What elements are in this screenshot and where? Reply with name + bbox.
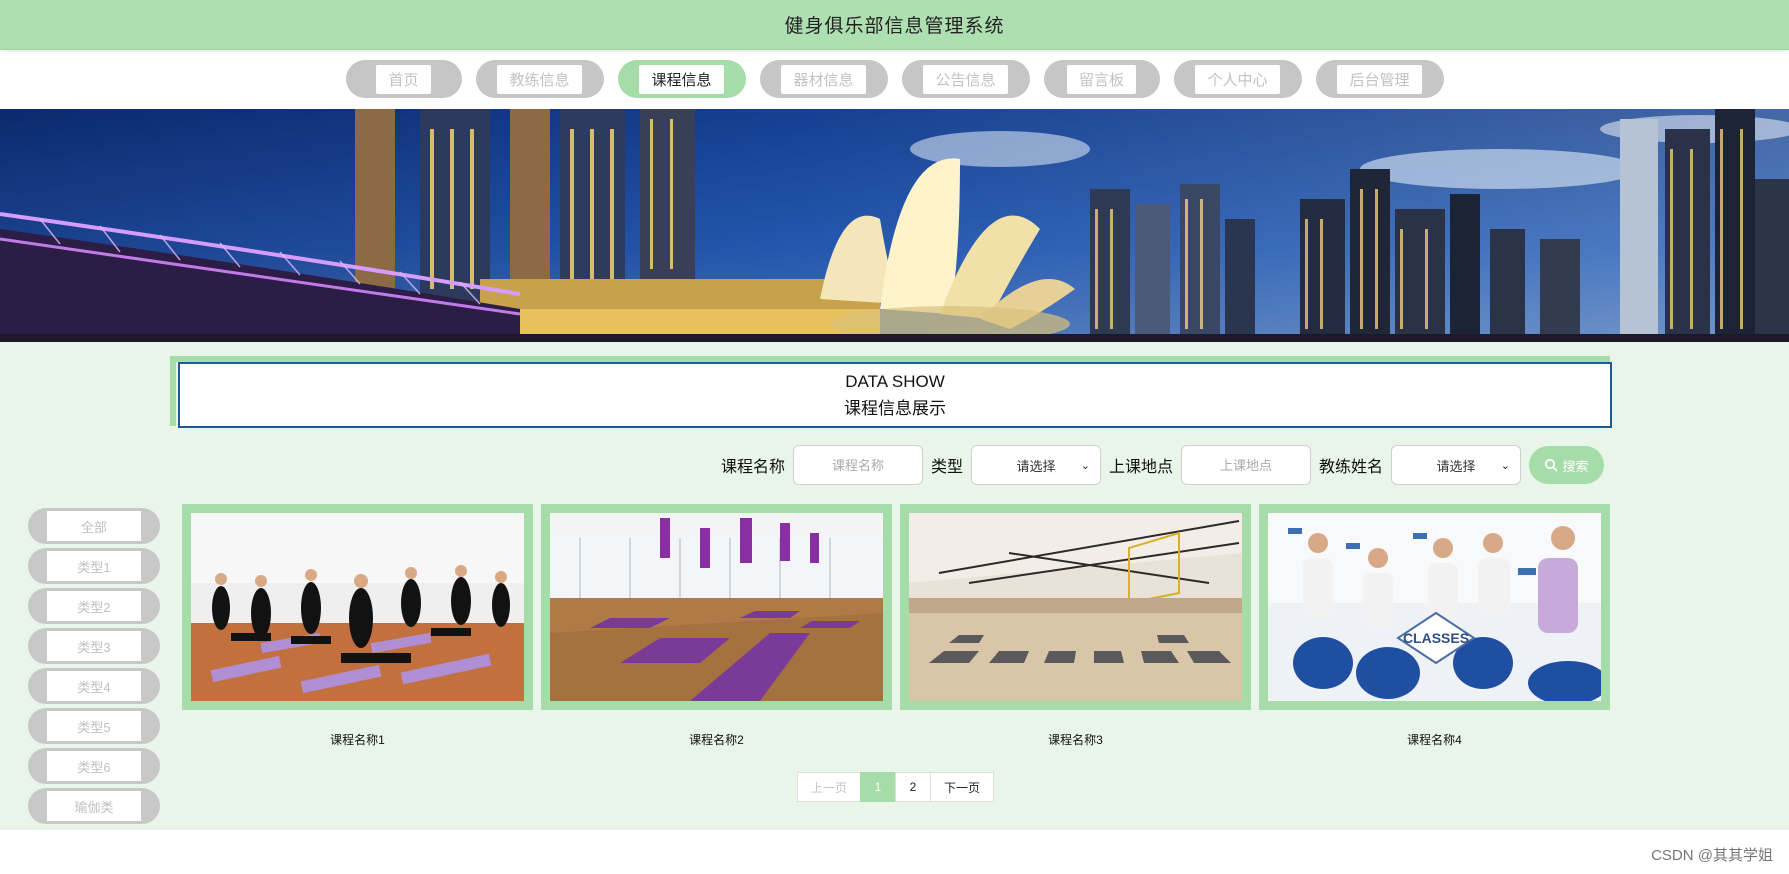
search-bar: 课程名称 类型 请选择 ⌄ 上课地点 教练姓名 请选择 ⌄ 搜索 [721,444,1604,486]
course-card[interactable]: CLASSES 课程名称4 [1259,504,1610,748]
nav-item-label: 教练信息 [497,64,582,94]
section-title-en: DATA SHOW [845,371,945,391]
nav-item-label: 首页 [376,64,431,94]
category-item-type2[interactable]: 类型2 [28,588,160,624]
course-grid: 课程名称1 课程名称2 课程名称3 CLASSES 课程名称4 [182,504,1612,748]
course-card[interactable]: 课程名称2 [541,504,892,748]
search-icon [1545,458,1558,472]
category-label: 类型6 [47,751,141,781]
category-item-yoga[interactable]: 瑜伽类 [28,788,160,824]
coach-select-value: 请选择 [1436,458,1476,474]
category-label: 类型1 [47,551,141,581]
category-label: 类型5 [47,711,141,741]
section-header: DATA SHOW 课程信息展示 [170,356,1612,428]
course-image[interactable] [550,513,883,701]
course-image-frame [541,504,892,710]
section-title-box: DATA SHOW 课程信息展示 [178,362,1612,428]
course-name-input[interactable] [792,445,923,485]
chevron-down-icon: ⌄ [1500,460,1510,472]
course-image[interactable] [191,513,524,701]
category-item-all[interactable]: 全部 [28,508,160,544]
nav-item-profile[interactable]: 个人中心 [1173,60,1302,98]
course-image-frame [182,504,533,710]
category-label: 类型4 [47,671,141,701]
type-select[interactable]: 请选择 ⌄ [970,445,1101,485]
type-label: 类型 [930,459,963,476]
nav-item-label: 课程信息 [639,64,724,94]
nav-item-courses[interactable]: 课程信息 [617,60,746,98]
category-item-type6[interactable]: 类型6 [28,748,160,784]
category-label: 瑜伽类 [47,791,141,821]
city-skyline-image [0,109,1789,342]
app-header: 健身俱乐部信息管理系统 [0,0,1789,50]
category-item-type3[interactable]: 类型3 [28,628,160,664]
category-label: 全部 [47,511,141,541]
course-card[interactable]: 课程名称3 [900,504,1251,748]
page-footer: CSDN @其其学姐 [0,830,1789,874]
nav-item-equipment[interactable]: 器材信息 [759,60,888,98]
search-button-label: 搜索 [1562,458,1589,474]
course-image-frame [900,504,1251,710]
course-image[interactable] [909,513,1242,701]
type-select-value: 请选择 [1016,458,1056,474]
location-label: 上课地点 [1108,459,1173,476]
page-number-1[interactable]: 1 [860,772,896,802]
main-nav: 首页 教练信息 课程信息 器材信息 公告信息 留言板 个人中心 后台管理 [0,56,1789,102]
site-title: 健身俱乐部信息管理系统 [784,16,1005,37]
nav-item-home[interactable]: 首页 [345,60,462,98]
nav-item-admin[interactable]: 后台管理 [1315,60,1444,98]
prev-page-button[interactable]: 上一页 [797,772,861,802]
coach-select[interactable]: 请选择 ⌄ [1391,445,1521,485]
course-name: 课程名称4 [1407,733,1462,747]
coach-label: 教练姓名 [1318,459,1383,476]
nav-item-announcements[interactable]: 公告信息 [901,60,1030,98]
chevron-down-icon: ⌄ [1080,460,1090,472]
category-item-type1[interactable]: 类型1 [28,548,160,584]
nav-item-messages[interactable]: 留言板 [1043,60,1160,98]
page-number-2[interactable]: 2 [895,772,931,802]
csdn-watermark: CSDN @其其学姐 [1651,847,1773,864]
category-label: 类型3 [47,631,141,661]
course-name: 课程名称1 [330,733,385,747]
course-image-frame: CLASSES [1259,504,1610,710]
nav-item-label: 公告信息 [923,64,1008,94]
course-card[interactable]: 课程名称1 [182,504,533,748]
course-image[interactable]: CLASSES [1268,513,1601,701]
nav-item-label: 留言板 [1066,64,1136,94]
section-title-cn: 课程信息展示 [844,398,946,418]
classes-image-text: CLASSES [1403,630,1469,646]
nav-item-label: 器材信息 [781,64,866,94]
category-item-type4[interactable]: 类型4 [28,668,160,704]
main-content: DATA SHOW 课程信息展示 课程名称 类型 请选择 ⌄ 上课地点 教练姓名… [0,342,1789,830]
nav-item-coaches[interactable]: 教练信息 [475,60,604,98]
category-list: 全部 类型1 类型2 类型3 类型4 类型5 类型6 瑜伽类 [28,508,160,828]
category-label: 类型2 [47,591,141,621]
course-name: 课程名称2 [689,733,744,747]
pagination: 上一页 1 2 下一页 [797,772,994,802]
location-input[interactable] [1180,445,1311,485]
nav-item-label: 后台管理 [1337,64,1422,94]
category-item-type5[interactable]: 类型5 [28,708,160,744]
hero-banner [0,109,1789,342]
next-page-button[interactable]: 下一页 [930,772,994,802]
search-button[interactable]: 搜索 [1529,446,1604,484]
section-accent-side [170,356,176,426]
course-name-label: 课程名称 [720,459,785,476]
nav-item-label: 个人中心 [1195,64,1280,94]
course-name: 课程名称3 [1048,733,1103,747]
